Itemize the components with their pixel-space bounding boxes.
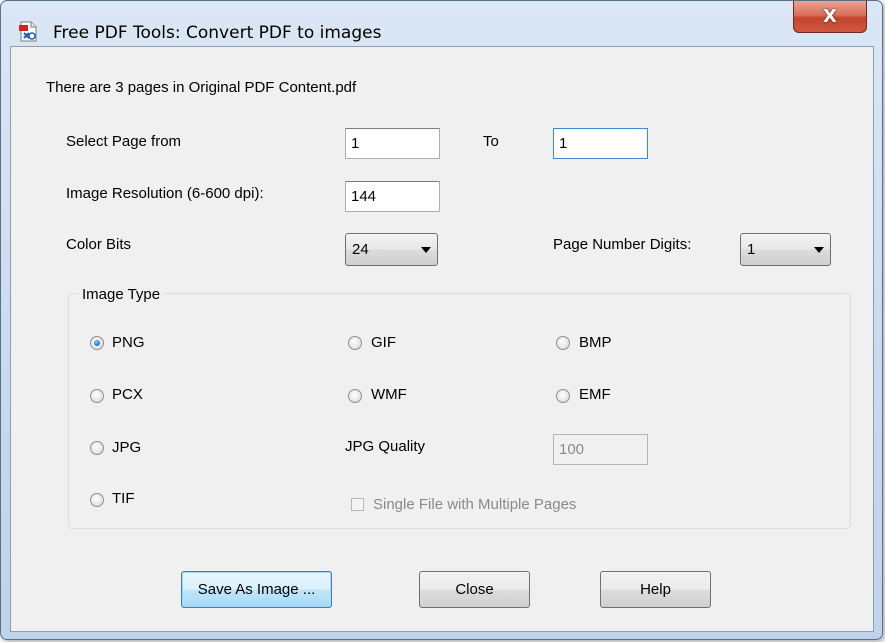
radio-emf-label[interactable]: EMF <box>579 386 611 403</box>
page-to-label: To <box>483 133 499 150</box>
image-resolution-label: Image Resolution (6-600 dpi): <box>66 185 264 202</box>
jpg-quality-label: JPG Quality <box>345 438 426 455</box>
color-bits-value: 24 <box>352 241 369 258</box>
radio-tif-label[interactable]: TIF <box>112 490 135 507</box>
page-number-digits-select[interactable]: 1 <box>740 233 831 266</box>
page-number-digits-label: Page Number Digits: <box>553 236 692 253</box>
radio-pcx[interactable] <box>90 389 104 403</box>
radio-bmp[interactable] <box>556 336 570 350</box>
radio-pcx-label[interactable]: PCX <box>112 386 143 403</box>
radio-wmf-label[interactable]: WMF <box>371 386 407 403</box>
color-bits-label: Color Bits <box>66 236 132 253</box>
radio-emf[interactable] <box>556 389 570 403</box>
close-button-label: Close <box>455 581 494 598</box>
window-close-button[interactable]: X <box>793 1 867 33</box>
close-button[interactable]: Close <box>419 571 530 608</box>
page-to-input[interactable]: 1 <box>553 128 648 159</box>
single-file-label: Single File with Multiple Pages <box>373 496 577 513</box>
radio-wmf[interactable] <box>348 389 362 403</box>
window-title: Free PDF Tools: Convert PDF to images <box>53 23 382 43</box>
radio-gif-label[interactable]: GIF <box>371 334 396 351</box>
radio-png[interactable] <box>90 336 104 350</box>
chevron-down-icon <box>814 247 824 253</box>
close-icon: X <box>823 6 837 27</box>
page-from-input[interactable]: 1 <box>345 128 440 159</box>
radio-jpg-label[interactable]: JPG <box>112 439 141 456</box>
page-number-digits-value: 1 <box>747 241 756 258</box>
single-file-checkbox[interactable] <box>351 498 364 511</box>
page-count-info: There are 3 pages in Original PDF Conten… <box>46 79 357 96</box>
pdf-document-icon <box>18 21 39 42</box>
image-type-group <box>68 293 851 529</box>
image-type-group-label: Image Type <box>78 286 165 303</box>
radio-gif[interactable] <box>348 336 362 350</box>
image-resolution-input[interactable]: 144 <box>345 181 440 212</box>
radio-png-label[interactable]: PNG <box>112 334 145 351</box>
radio-bmp-label[interactable]: BMP <box>579 334 612 351</box>
save-as-image-label: Save As Image ... <box>197 581 316 598</box>
radio-tif[interactable] <box>90 493 104 507</box>
save-as-image-button[interactable]: Save As Image ... <box>181 571 332 608</box>
help-button[interactable]: Help <box>600 571 711 608</box>
help-button-label: Help <box>640 581 671 598</box>
select-page-from-label: Select Page from <box>66 133 182 150</box>
chevron-down-icon <box>421 247 431 253</box>
title-bar[interactable]: Free PDF Tools: Convert PDF to images X <box>1 1 882 45</box>
radio-jpg[interactable] <box>90 441 104 455</box>
jpg-quality-input[interactable]: 100 <box>553 434 648 465</box>
color-bits-select[interactable]: 24 <box>345 233 438 266</box>
